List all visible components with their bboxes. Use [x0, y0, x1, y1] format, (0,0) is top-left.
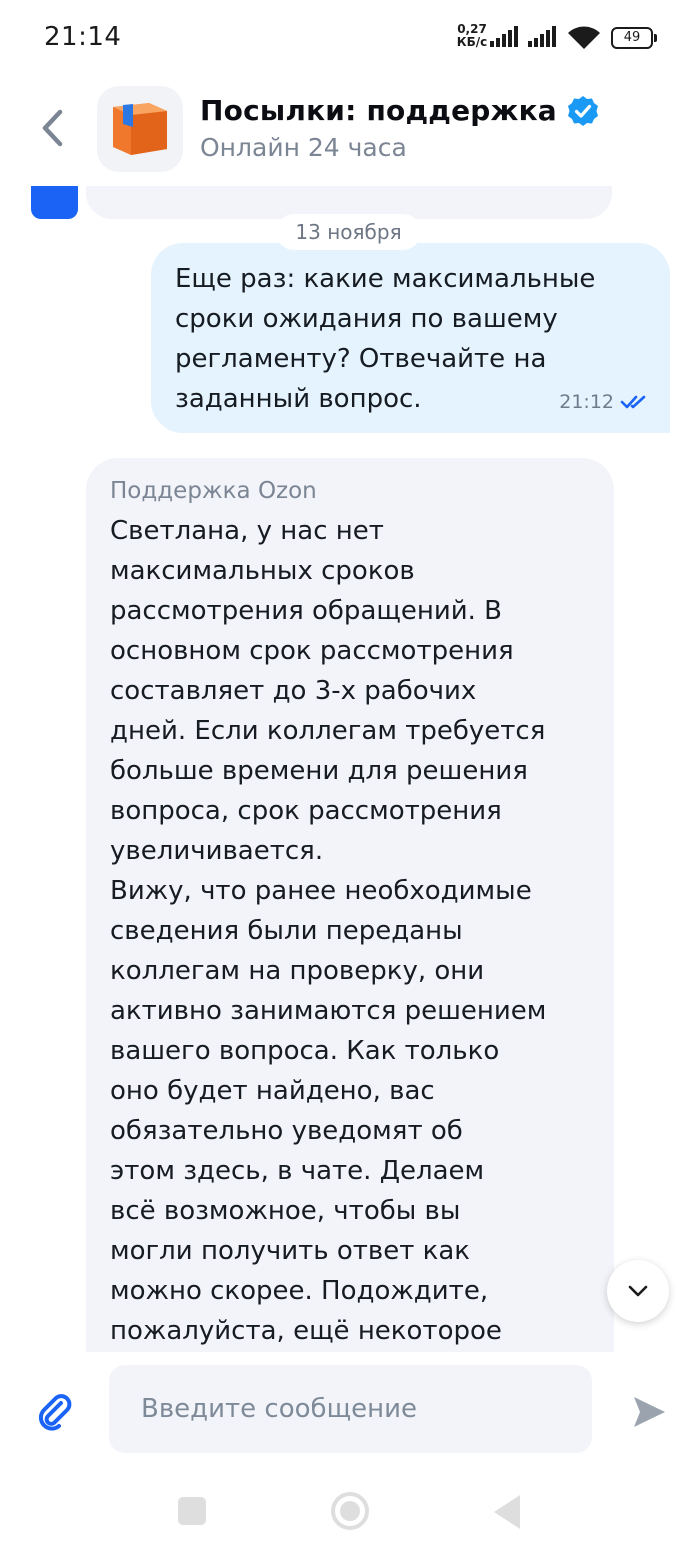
home-button[interactable]: [331, 1492, 369, 1530]
signal-icon: [528, 26, 556, 47]
system-back-button[interactable]: [494, 1495, 520, 1529]
chat-title: Посылки: поддержка: [200, 94, 557, 127]
message-time: 21:12: [559, 391, 614, 413]
battery-icon: 49: [611, 27, 657, 49]
attach-button[interactable]: [33, 1390, 79, 1436]
chat-status: Онлайн 24 часа: [200, 133, 407, 162]
chevron-down-icon: [628, 1285, 648, 1297]
verified-check-icon: [567, 95, 598, 126]
incoming-message[interactable]: Поддержка Ozon Светлана, у нас нет макси…: [86, 458, 614, 1352]
paperclip-icon: [38, 1394, 72, 1431]
message-sender: Поддержка Ozon: [110, 478, 317, 504]
message-composer: [0, 1352, 700, 1467]
message-list[interactable]: 13 ноября Еще раз: какие максимальные ср…: [0, 186, 700, 1352]
status-time: 21:14: [44, 22, 122, 52]
recent-apps-button[interactable]: [178, 1497, 206, 1525]
network-speed-unit: КБ/с: [456, 35, 488, 49]
message-text: Светлана, у нас нет максимальных сроков …: [110, 516, 547, 1346]
back-button[interactable]: [30, 106, 74, 150]
parcel-box-icon: [113, 103, 167, 155]
scroll-to-bottom-button[interactable]: [607, 1260, 669, 1322]
network-speed: 0,27 КБ/с: [452, 23, 492, 49]
status-bar: 21:14 0,27 КБ/с 49: [0, 0, 700, 78]
sender-avatar: [31, 186, 78, 219]
send-icon: [634, 1397, 665, 1427]
signal-icon: [490, 26, 518, 47]
wifi-icon: [568, 26, 600, 49]
chat-avatar[interactable]: [97, 86, 183, 172]
date-separator: 13 ноября: [276, 214, 421, 250]
chat-header[interactable]: Посылки: поддержка: [200, 94, 599, 127]
system-nav-bar: [0, 1467, 700, 1556]
message-input[interactable]: [109, 1365, 592, 1453]
outgoing-message[interactable]: Еще раз: какие максимальные сроки ожидан…: [151, 243, 670, 433]
chevron-left-icon: [42, 109, 63, 147]
message-meta: 21:12: [559, 391, 648, 413]
battery-level: 49: [623, 30, 641, 45]
double-check-icon: [620, 395, 646, 409]
send-button[interactable]: [627, 1390, 671, 1434]
